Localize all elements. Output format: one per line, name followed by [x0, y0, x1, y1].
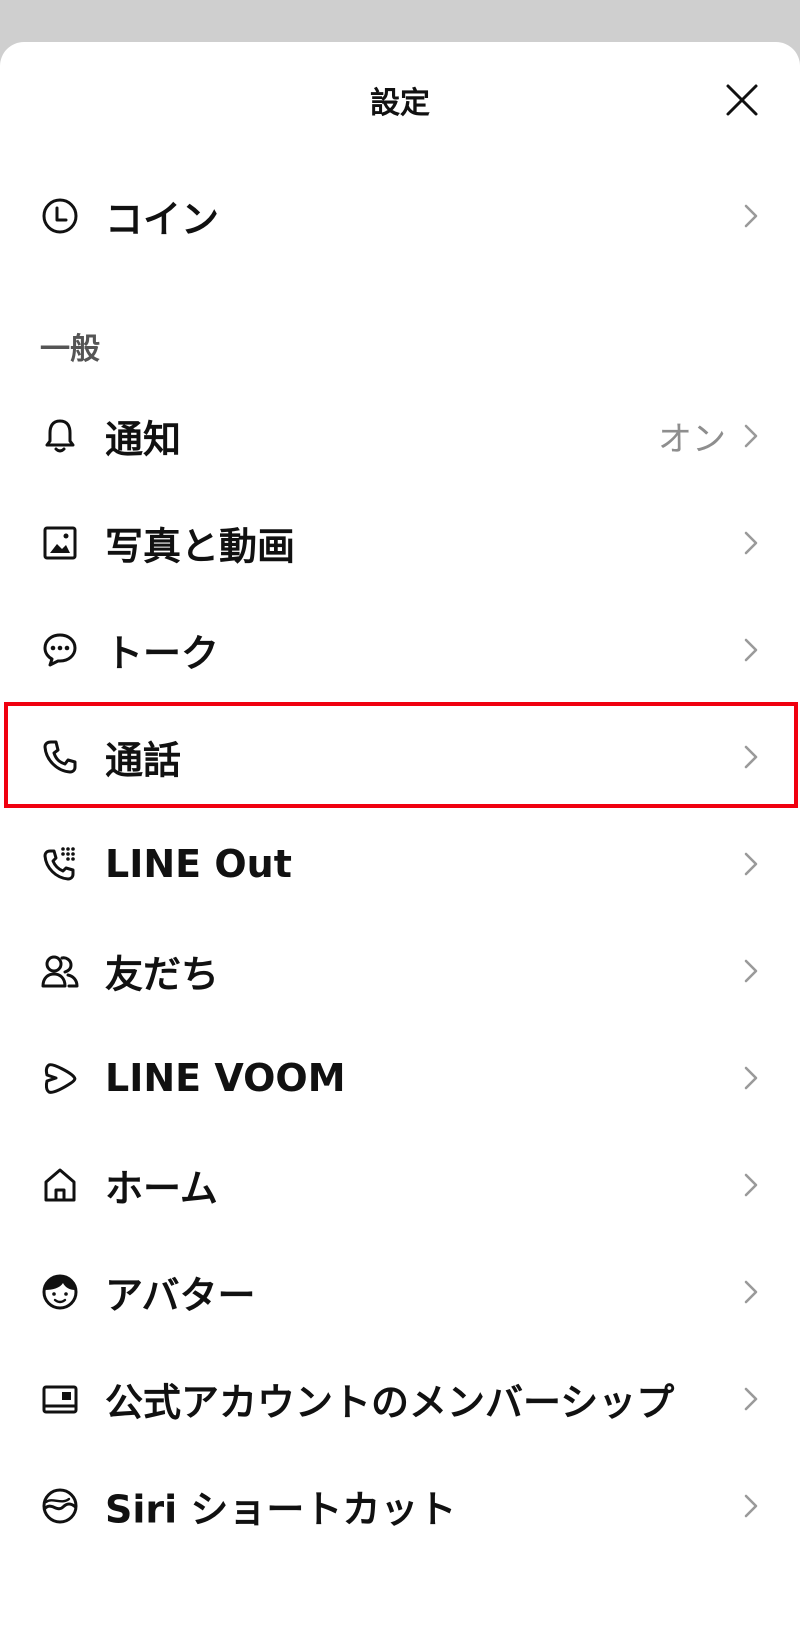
chevron-right-icon — [740, 423, 762, 449]
chevron-right-icon — [740, 530, 762, 556]
settings-header: 設定 — [0, 42, 800, 154]
friends-icon — [40, 951, 80, 991]
settings-row-label: コイン — [105, 197, 220, 242]
settings-row-siri-shortcuts[interactable]: Siri ショートカット — [0, 1452, 800, 1560]
chevron-right-icon — [740, 958, 762, 984]
settings-row-photos-videos[interactable]: 写真と動画 — [0, 489, 800, 597]
settings-row-label: 写真と動画 — [105, 524, 296, 569]
chevron-right-icon — [740, 203, 762, 229]
chevron-right-icon — [740, 1065, 762, 1091]
phone-keypad-icon — [40, 844, 80, 884]
settings-row-avatar[interactable]: アバター — [0, 1238, 800, 1346]
close-icon — [726, 84, 758, 116]
settings-row-official-membership[interactable]: 公式アカウントのメンバーシップ — [0, 1345, 800, 1453]
settings-row-home[interactable]: ホーム — [0, 1131, 800, 1239]
chevron-right-icon — [740, 1493, 762, 1519]
settings-row-label: ホーム — [105, 1166, 218, 1211]
settings-row-label: LINE Out — [105, 842, 292, 886]
settings-row-notifications[interactable]: 通知 オン — [0, 382, 800, 490]
home-icon — [40, 1165, 80, 1205]
voom-icon — [40, 1058, 80, 1098]
settings-row-label: 公式アカウントのメンバーシップ — [105, 1380, 675, 1425]
clock-icon — [40, 196, 80, 236]
chevron-right-icon — [740, 637, 762, 663]
section-header-general: 一般 — [40, 332, 100, 367]
chevron-right-icon — [740, 1279, 762, 1305]
settings-row-label: 友だち — [105, 952, 220, 997]
page-title: 設定 — [370, 86, 430, 121]
chevron-right-icon — [740, 1172, 762, 1198]
settings-row-coin[interactable]: コイン — [0, 162, 800, 270]
bell-icon — [40, 416, 80, 456]
chat-bubble-icon — [40, 630, 80, 670]
settings-row-line-voom[interactable]: LINE VOOM — [0, 1024, 800, 1132]
settings-row-talk[interactable]: トーク — [0, 596, 800, 704]
image-icon — [40, 523, 80, 563]
membership-card-icon — [40, 1379, 80, 1419]
siri-icon — [40, 1486, 80, 1526]
settings-row-label: トーク — [105, 631, 220, 676]
chevron-right-icon — [740, 851, 762, 877]
settings-row-label: アバター — [105, 1273, 256, 1318]
settings-row-friends[interactable]: 友だち — [0, 917, 800, 1025]
highlight-box — [4, 702, 798, 808]
settings-row-label: LINE VOOM — [105, 1056, 346, 1100]
chevron-right-icon — [740, 1386, 762, 1412]
settings-row-line-out[interactable]: LINE Out — [0, 810, 800, 918]
settings-row-label: 通知 — [105, 417, 182, 462]
settings-sheet: 設定 コイン 一般 通知 オン 写真と動画 トーク 通話 LINE Out 友だ… — [0, 42, 800, 1627]
settings-row-label: Siri ショートカット — [105, 1487, 457, 1532]
avatar-face-icon — [40, 1272, 80, 1312]
close-button[interactable] — [722, 80, 762, 120]
settings-row-value: オン — [658, 419, 726, 460]
